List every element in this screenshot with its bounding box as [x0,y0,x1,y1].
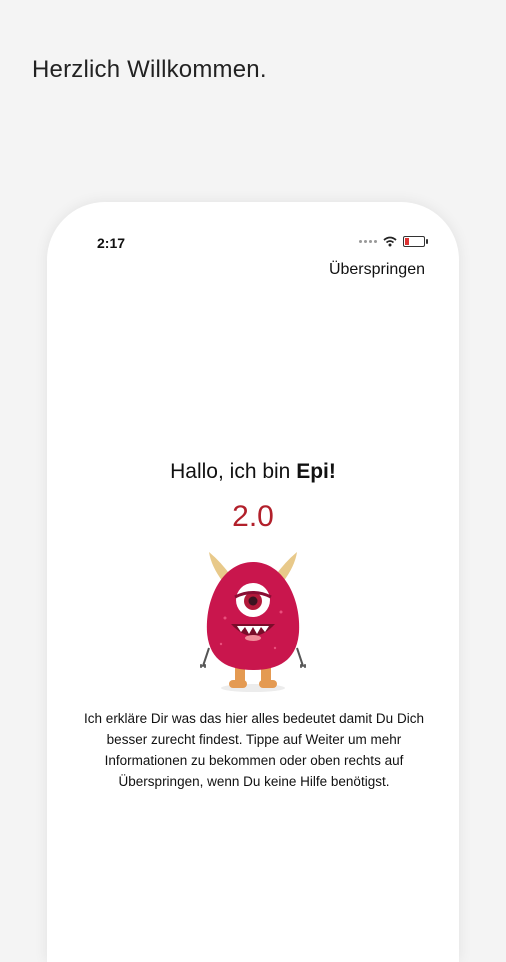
monster-mascot-icon [200,552,306,692]
status-icons [359,236,428,247]
status-time: 2:17 [97,235,126,251]
greeting-title: Hallo, ich bin Epi! [47,460,459,484]
phone-frame: 2:17 Überspringen Hallo, ich bin Epi! 2.… [47,202,459,962]
wifi-icon [383,236,397,247]
battery-icon [403,236,428,247]
welcome-headline: Herzlich Willkommen. [32,56,267,83]
signal-dots-icon [359,240,377,243]
skip-button[interactable]: Überspringen [329,261,425,279]
greeting-prefix: Hallo, ich bin [170,460,297,483]
version-number: 2.0 [232,500,274,533]
greeting-name: Epi! [296,460,336,483]
intro-description: Ich erkläre Dir was das hier alles bedeu… [84,711,424,789]
